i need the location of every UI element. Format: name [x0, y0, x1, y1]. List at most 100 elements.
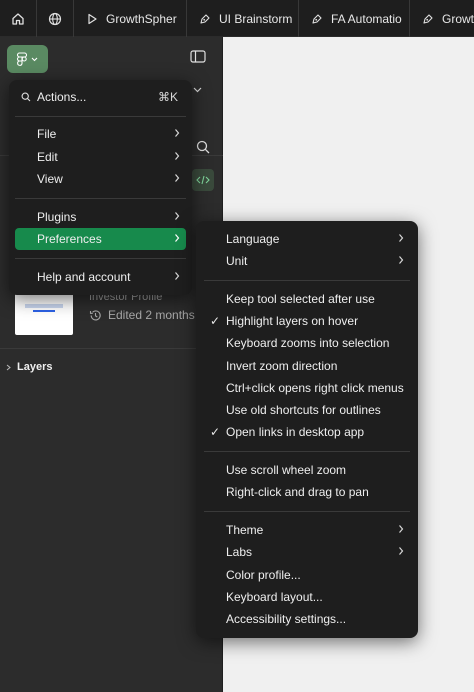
menu-item-label: Use old shortcuts for outlines — [226, 403, 381, 417]
menu-item-accessibility[interactable]: Accessibility settings... — [204, 608, 410, 630]
menu-item-label: Color profile... — [226, 568, 301, 582]
preferences-submenu: Language Unit Keep tool selected after u… — [196, 221, 418, 638]
tab-file-1[interactable]: GrowthSpher — [74, 0, 187, 37]
menu-item-language[interactable]: Language — [204, 228, 410, 250]
code-icon — [196, 175, 210, 185]
menu-item-label: Ctrl+click opens right click menus — [226, 381, 404, 395]
menu-item-label: Keep tool selected after use — [226, 292, 375, 306]
checkmark-icon: ✓ — [210, 425, 221, 439]
sidebar-icon — [190, 50, 206, 63]
tab-label: FA Automatio — [331, 11, 402, 26]
menu-item-label: Right-click and drag to pan — [226, 485, 369, 499]
menu-item-label: Keyboard layout... — [226, 590, 323, 604]
chevron-right-icon — [175, 272, 180, 280]
menu-item-label: Labs — [226, 545, 253, 559]
menu-item-labs[interactable]: Labs — [204, 541, 410, 563]
search-icon — [196, 140, 210, 154]
chevron-right-icon — [175, 212, 180, 220]
tab-label: GrowthI — [442, 11, 474, 26]
menu-item-open-links-desktop[interactable]: ✓ Open links in desktop app — [204, 421, 410, 443]
chevron-right-icon — [399, 525, 404, 533]
pen-icon — [423, 13, 433, 24]
menu-item-highlight-layers[interactable]: ✓ Highlight layers on hover — [204, 310, 410, 332]
figma-logo-icon — [17, 51, 27, 66]
menu-item-theme[interactable]: Theme — [204, 519, 410, 541]
layers-label: Layers — [17, 361, 53, 373]
chevron-right-icon — [6, 364, 11, 370]
home-tab[interactable] — [0, 0, 37, 37]
thumbnail-content — [33, 310, 55, 312]
menu-item-label: Theme — [226, 523, 264, 537]
play-icon — [88, 13, 97, 24]
tab-file-3[interactable]: FA Automatio — [299, 0, 410, 37]
menu-item-label: Preferences — [37, 232, 102, 246]
menu-item-help[interactable]: Help and account — [15, 266, 186, 288]
main-menu-button[interactable] — [7, 45, 48, 73]
menu-item-keyboard-zooms[interactable]: Keyboard zooms into selection — [204, 332, 410, 354]
menu-item-unit[interactable]: Unit — [204, 250, 410, 272]
menu-item-actions[interactable]: Actions... ⌘K — [15, 86, 186, 108]
divider — [0, 348, 223, 349]
menu-item-color-profile[interactable]: Color profile... — [204, 564, 410, 586]
tab-file-2[interactable]: UI Brainstorm — [187, 0, 299, 37]
chevron-down-icon — [31, 57, 38, 61]
menu-item-plugins[interactable]: Plugins — [15, 206, 186, 228]
menu-item-keep-tool-selected[interactable]: Keep tool selected after use — [204, 288, 410, 310]
search-button[interactable] — [196, 140, 210, 157]
chevron-right-icon — [399, 256, 404, 264]
chevron-right-icon — [175, 129, 180, 137]
menu-item-label: Edit — [37, 150, 58, 164]
chevron-down-icon — [193, 87, 202, 93]
menu-item-label: Unit — [226, 254, 248, 268]
chevron-right-icon — [175, 152, 180, 160]
menu-item-keyboard-layout[interactable]: Keyboard layout... — [204, 586, 410, 608]
search-icon — [21, 92, 31, 102]
tab-label: GrowthSpher — [106, 11, 177, 26]
menu-item-label: Invert zoom direction — [226, 359, 338, 373]
main-menu: Actions... ⌘K File Edit View Plugins Pre… — [9, 80, 192, 295]
menu-separator — [204, 280, 410, 281]
file-edited-info: Edited 2 months ag — [89, 308, 211, 322]
tab-file-4[interactable]: GrowthI — [410, 0, 474, 37]
menu-item-label: Language — [226, 232, 280, 246]
menu-separator — [15, 116, 186, 117]
menu-separator — [15, 198, 186, 199]
menu-item-scroll-wheel-zoom[interactable]: Use scroll wheel zoom — [204, 459, 410, 481]
tab-label: UI Brainstorm — [219, 11, 293, 26]
home-icon — [12, 12, 24, 25]
menu-item-edit[interactable]: Edit — [15, 146, 186, 168]
tab-bar: GrowthSpher UI Brainstorm FA Automatio G… — [0, 0, 474, 37]
menu-item-file[interactable]: File — [15, 123, 186, 145]
menu-item-label: Highlight layers on hover — [226, 314, 359, 328]
community-tab[interactable] — [37, 0, 74, 37]
actions-shortcut: ⌘K — [157, 90, 178, 104]
menu-item-label: Use scroll wheel zoom — [226, 463, 347, 477]
dev-mode-button[interactable] — [192, 169, 214, 191]
checkmark-icon: ✓ — [210, 314, 221, 328]
menu-item-label: View — [37, 172, 63, 186]
globe-icon — [48, 12, 62, 25]
chevron-right-icon — [399, 547, 404, 555]
toggle-sidebar-button[interactable] — [190, 50, 206, 66]
chevron-right-icon — [399, 234, 404, 242]
chevron-right-icon — [175, 174, 180, 182]
history-icon — [89, 309, 101, 321]
menu-item-ctrl-click[interactable]: Ctrl+click opens right click menus — [204, 377, 410, 399]
menu-separator — [204, 451, 410, 452]
menu-item-view[interactable]: View — [15, 168, 186, 190]
menu-item-label: Plugins — [37, 210, 77, 224]
menu-item-label: Accessibility settings... — [226, 612, 347, 626]
file-options-chevron[interactable] — [193, 82, 202, 96]
pen-icon — [200, 13, 210, 24]
layers-section-header[interactable]: Layers — [6, 361, 52, 373]
menu-item-label: File — [37, 127, 57, 141]
menu-separator — [15, 258, 186, 259]
menu-item-label: Open links in desktop app — [226, 425, 365, 439]
menu-item-preferences[interactable]: Preferences — [15, 228, 186, 250]
menu-item-old-shortcuts[interactable]: Use old shortcuts for outlines — [204, 399, 410, 421]
menu-separator — [204, 511, 410, 512]
menu-item-label: Keyboard zooms into selection — [226, 336, 390, 350]
menu-item-right-click-pan[interactable]: Right-click and drag to pan — [204, 481, 410, 503]
pen-icon — [312, 13, 322, 24]
menu-item-invert-zoom[interactable]: Invert zoom direction — [204, 355, 410, 377]
